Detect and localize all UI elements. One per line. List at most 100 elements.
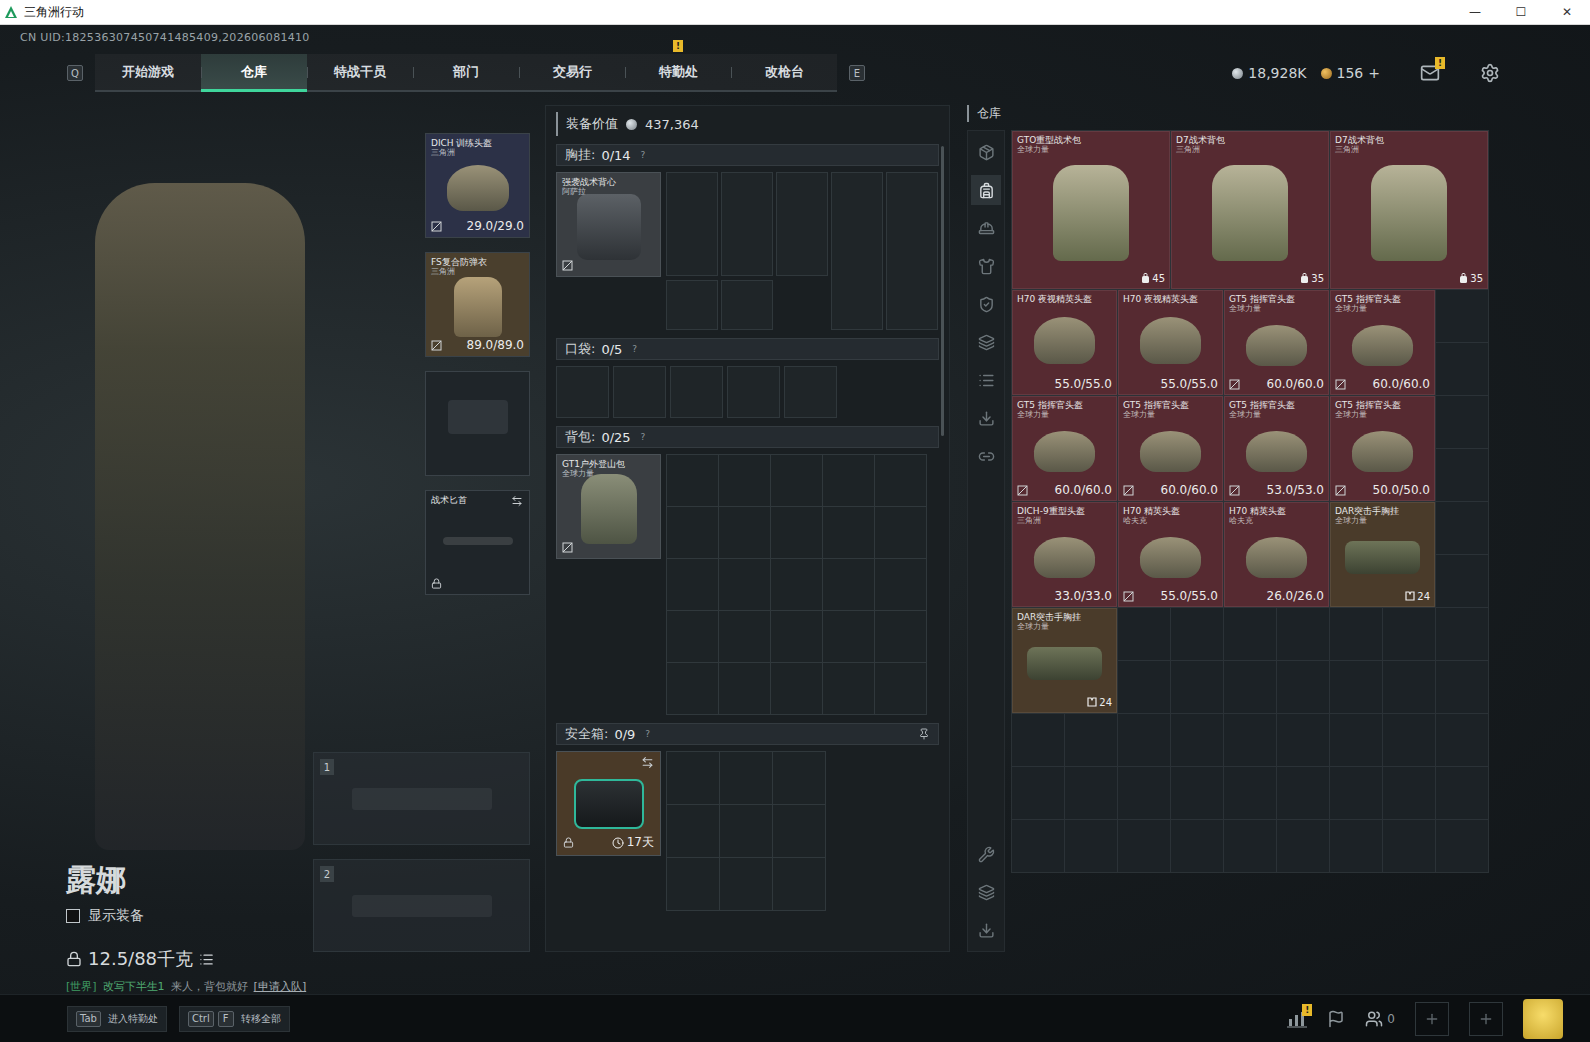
safe-cell[interactable] [667,805,719,857]
backpack-cell[interactable] [771,663,822,714]
backpack-cell[interactable] [771,559,822,610]
backpack-cell[interactable] [719,455,770,506]
warehouse-item[interactable]: H70 精英头盔哈夫克26.0/26.0 [1224,502,1329,607]
rig-cell[interactable] [721,280,773,330]
pocket-cell[interactable] [727,366,780,418]
sidebar-item[interactable] [971,403,1001,433]
sidebar-item[interactable] [971,327,1001,357]
warehouse-item[interactable]: D7战术背包三角洲35 [1171,131,1329,289]
add-token-button[interactable]: + [1368,65,1380,81]
safe-cell[interactable] [667,858,719,910]
safe-cell[interactable] [720,752,772,804]
warehouse-item[interactable]: GT5 指挥官头盔全球力量60.0/60.0 [1012,396,1117,501]
sidebar-item[interactable] [971,839,1001,869]
window-button[interactable]: ✕ [1544,0,1590,24]
rig-cell[interactable] [666,280,718,330]
weapon-slot[interactable]: 2 [313,859,530,952]
backpack-cell[interactable] [719,559,770,610]
melee-slot[interactable]: 战术匕首 [425,490,530,595]
mail-button[interactable]: ! [1420,63,1440,83]
vest-card[interactable]: 强袭战术背心阿萨拉 [556,172,661,277]
backpack-cell[interactable] [823,455,874,506]
rig-cell[interactable] [721,172,773,276]
backpack-cell[interactable] [875,663,926,714]
key-hint[interactable]: Tab进入特勤处 [67,1006,167,1032]
sidebar-item[interactable] [971,213,1001,243]
nav-tab[interactable]: 开始游戏 [95,54,201,90]
weapon-slot[interactable]: 1 [313,752,530,845]
backpack-cell[interactable] [719,663,770,714]
join-team-link[interactable]: [申请入队] [254,979,307,994]
checkbox[interactable] [66,909,80,923]
armor-slot[interactable]: FS复合防弹衣三角洲89.0/89.0 [425,252,530,357]
backpack-cell[interactable] [875,559,926,610]
invite-slot[interactable] [1415,1002,1449,1036]
rig-cell[interactable] [886,172,938,330]
warehouse-item[interactable]: GT5 指挥官头盔全球力量50.0/50.0 [1330,396,1435,501]
backpack-cell[interactable] [771,507,822,558]
pistol-slot[interactable] [425,371,530,476]
backpack-cell[interactable] [823,507,874,558]
scrollbar[interactable] [941,146,944,436]
warehouse-item[interactable]: D7战术背包三角洲35 [1330,131,1488,289]
warehouse-item[interactable]: GT5 指挥官头盔全球力量60.0/60.0 [1118,396,1223,501]
pocket-cell[interactable] [613,366,666,418]
backpack-cell[interactable] [667,507,718,558]
backpack-cell[interactable] [667,611,718,662]
rig-cell[interactable] [666,172,718,276]
backpack-cell[interactable] [667,559,718,610]
help-mark[interactable]: ? [641,432,646,442]
backpack-cell[interactable] [771,455,822,506]
backpack-cell[interactable] [823,559,874,610]
backpack-cell[interactable] [771,611,822,662]
friends-icon[interactable] [1365,1010,1383,1028]
settings-button[interactable] [1480,63,1500,83]
rig-cell[interactable] [831,172,883,330]
key-cap[interactable]: E [849,65,865,81]
window-button[interactable]: — [1452,0,1498,24]
safe-cell[interactable] [720,805,772,857]
backpack-cell[interactable] [719,611,770,662]
help-mark[interactable]: ? [632,344,637,354]
flag-icon[interactable] [1327,1010,1345,1028]
backpack-cell[interactable] [823,611,874,662]
pack-card[interactable]: GT1户外登山包全球力量 [556,454,661,559]
warehouse-item[interactable]: GT5 指挥官头盔全球力量60.0/60.0 [1330,290,1435,395]
helmet-slot[interactable]: DICH 训练头盔三角洲29.0/29.0 [425,133,530,238]
safe-cell[interactable] [773,858,825,910]
pocket-cell[interactable] [556,366,609,418]
warehouse-item[interactable]: H70 夜视精英头盔55.0/55.0 [1118,290,1223,395]
invite-slot[interactable] [1469,1002,1503,1036]
backpack-cell[interactable] [667,663,718,714]
backpack-cell[interactable] [875,507,926,558]
warehouse-item[interactable]: H70 夜视精英头盔55.0/55.0 [1012,290,1117,395]
nav-tab[interactable]: 改枪台 [731,54,837,90]
warehouse-item[interactable]: DICH-9重型头盔三角洲33.0/33.0 [1012,502,1117,607]
backpack-cell[interactable] [667,455,718,506]
chat-user[interactable]: 改写下半生1 [103,979,165,994]
player-avatar[interactable] [1523,999,1563,1039]
stats-button[interactable]: ! [1287,1010,1307,1028]
nav-tab[interactable]: 特勤处! [625,54,731,90]
nav-tab[interactable]: 仓库 [201,54,307,92]
pin-icon[interactable] [918,728,930,740]
warehouse-item[interactable]: GTO重型战术包全球力量45 [1012,131,1170,289]
help-mark[interactable]: ? [641,150,646,160]
sidebar-item[interactable] [971,289,1001,319]
backpack-cell[interactable] [875,611,926,662]
warehouse-item[interactable]: DAR突击手胸挂全球力量24 [1330,502,1435,607]
swap-icon[interactable] [511,495,523,507]
backpack-cell[interactable] [719,507,770,558]
nav-tab[interactable]: 交易行 [519,54,625,90]
warehouse-item[interactable]: GT5 指挥官头盔全球力量60.0/60.0 [1224,290,1329,395]
safe-cell[interactable] [773,805,825,857]
list-icon[interactable] [199,952,214,967]
show-gear-toggle[interactable]: 显示装备 [66,907,313,925]
friends-button[interactable]: 0 [1365,1010,1395,1028]
nav-tab[interactable]: 部门 [413,54,519,90]
safe-cell[interactable] [773,752,825,804]
sidebar-item[interactable] [971,441,1001,471]
key-hint[interactable]: CtrlF转移全部 [179,1006,290,1032]
safe-cell[interactable] [667,752,719,804]
backpack-cell[interactable] [823,663,874,714]
